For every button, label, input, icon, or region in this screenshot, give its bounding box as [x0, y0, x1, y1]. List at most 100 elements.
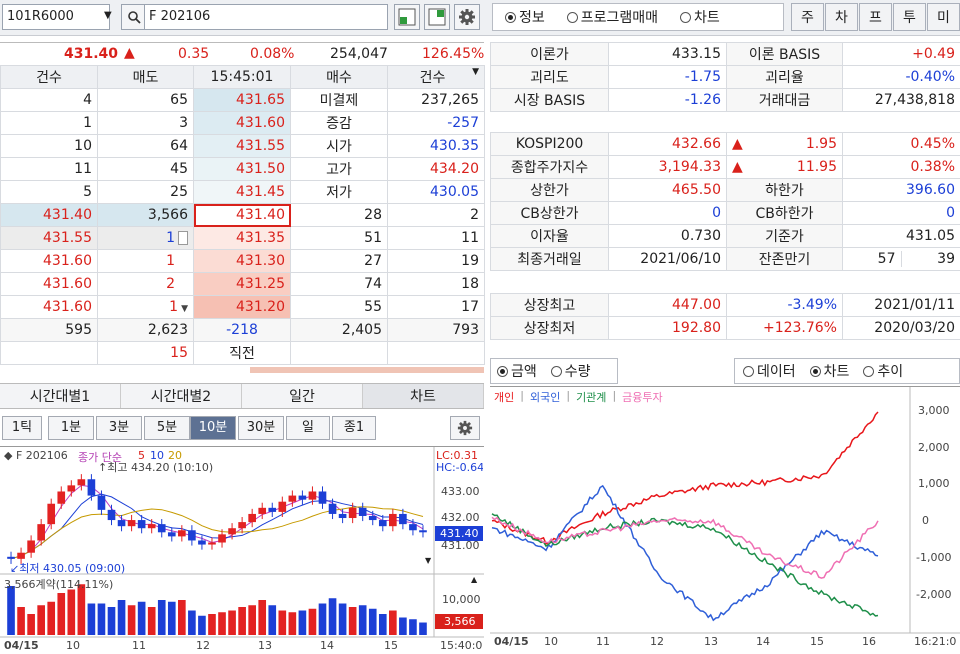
- volume-tick: 10,000: [442, 593, 481, 606]
- interval-10min[interactable]: 10분: [190, 416, 236, 440]
- candle-body: [268, 507, 277, 512]
- candle-body: [167, 532, 176, 537]
- candle-body: [338, 513, 347, 519]
- listing-value: 447.00: [608, 293, 727, 317]
- candle-body: [77, 479, 86, 486]
- interval-5min[interactable]: 5분: [144, 416, 190, 440]
- tab-time1[interactable]: 시간대별1: [0, 384, 121, 408]
- volume-bar: [127, 605, 136, 635]
- bid-price[interactable]: 431.20: [193, 295, 291, 319]
- window-layout-icon[interactable]: [424, 4, 450, 30]
- bid-price[interactable]: 431.35: [193, 226, 291, 250]
- ask-price[interactable]: 431.50: [193, 157, 291, 181]
- interval-1min[interactable]: 1분: [48, 416, 94, 440]
- candle-body: [208, 542, 216, 545]
- candle-body: [7, 556, 15, 559]
- interval-3min[interactable]: 3분: [96, 416, 142, 440]
- index-value: 432.66: [608, 132, 727, 156]
- limit-value: 0.730: [608, 224, 727, 248]
- bid-row: 431.40 3,566 431.40 28 2: [0, 203, 485, 227]
- radio-trend[interactable]: 추이: [863, 361, 903, 381]
- ask-qty: 64: [97, 134, 194, 158]
- limit-label: CB상한가: [490, 201, 609, 225]
- candle-body: [47, 503, 56, 525]
- index-label: 종합주가지수: [490, 155, 609, 179]
- radio-info[interactable]: 정보: [505, 7, 545, 27]
- total-ask-qty: 2,623: [97, 318, 194, 342]
- interval-bar: 1틱 1분 3분 5분 10분 30분 일 종1: [0, 416, 484, 442]
- bid-price[interactable]: 431.30: [193, 249, 291, 273]
- high-note-text: 최고 434.20 (10:10): [107, 461, 214, 474]
- amount-radio-group: 금액 수량: [490, 358, 618, 384]
- radio-dot: [680, 11, 692, 23]
- candle-body: [389, 513, 397, 527]
- info-value: -0.40%: [842, 65, 960, 89]
- radio-program-trading[interactable]: 프로그램매매: [566, 7, 658, 27]
- scroll-up-icon[interactable]: ▲: [471, 575, 477, 584]
- candle-body: [278, 501, 287, 512]
- interval-1tick[interactable]: 1틱: [2, 416, 42, 440]
- total-ask-count: 595: [0, 318, 98, 342]
- chart-settings-gear-icon[interactable]: [450, 416, 480, 440]
- candle-chart[interactable]: [0, 447, 484, 654]
- last-row: 15 직전: [0, 341, 485, 365]
- ask-price[interactable]: 431.55: [193, 134, 291, 158]
- tab-chart[interactable]: 차: [825, 3, 858, 31]
- interval-30min[interactable]: 30분: [238, 416, 284, 440]
- ask-row: 10 64 431.55 시가 430.35: [0, 134, 485, 158]
- radio-quantity[interactable]: 수량: [550, 361, 591, 381]
- radio-label: 정보: [519, 10, 545, 26]
- candle-body: [147, 524, 156, 529]
- y-tick: 3,000: [918, 404, 950, 417]
- ask-price[interactable]: 431.65: [193, 88, 291, 112]
- chart-layout-icon[interactable]: [394, 4, 420, 30]
- radio-amount[interactable]: 금액: [497, 361, 537, 381]
- radio-label: 데이터: [757, 364, 796, 380]
- investor-flow-chart[interactable]: [490, 387, 960, 654]
- code-input[interactable]: 101R6000: [2, 4, 110, 30]
- tab-time2[interactable]: 시간대별2: [121, 384, 242, 408]
- radio-data[interactable]: 데이터: [743, 361, 796, 381]
- volume-bar: [188, 610, 196, 635]
- tab-chart[interactable]: 차트: [363, 384, 484, 408]
- header-bid: 매수: [290, 65, 388, 89]
- ask-price[interactable]: 431.45: [193, 180, 291, 204]
- volume-bar: [47, 601, 56, 635]
- bid-count: 11: [387, 226, 485, 250]
- chart-title-text: F 202106: [15, 449, 68, 462]
- tab-unsettled[interactable]: 미: [927, 3, 960, 31]
- radio-chart-view[interactable]: 차트: [809, 361, 849, 381]
- tab-investor[interactable]: 투: [893, 3, 926, 31]
- info-row: 괴리도 -1.75 괴리율 -0.40%: [490, 65, 960, 89]
- scroll-down-icon[interactable]: ▼: [425, 556, 431, 565]
- radio-label: 차트: [694, 10, 720, 26]
- tab-program[interactable]: 프: [859, 3, 892, 31]
- scrollbar-thumb[interactable]: [178, 231, 188, 245]
- candle-body: [378, 520, 387, 527]
- radio-chart[interactable]: 차트: [680, 7, 720, 27]
- investor-line-1: [491, 484, 879, 622]
- volume-bar: [57, 593, 66, 635]
- chevron-down-icon[interactable]: ▼: [181, 304, 188, 314]
- candle-body: [348, 507, 357, 519]
- interval-day[interactable]: 일: [286, 416, 330, 440]
- interval-close1[interactable]: 종1: [332, 416, 376, 440]
- settings-gear-icon[interactable]: [454, 4, 480, 30]
- last-value: 15: [97, 341, 194, 365]
- volume-bar: [268, 605, 277, 635]
- bid-price[interactable]: 431.25: [193, 272, 291, 296]
- bid-price[interactable]: 431.40: [193, 203, 291, 227]
- volume-bar: [87, 603, 96, 635]
- ask-row: 5 25 431.45 저가 430.05: [0, 180, 485, 204]
- chevron-down-icon[interactable]: ▼: [104, 10, 112, 21]
- tick-price: 431.40: [0, 203, 98, 227]
- header-bid-count[interactable]: 건수 ▼: [387, 65, 485, 89]
- stat-label: 증감: [290, 111, 388, 135]
- info-label: 시장 BASIS: [490, 88, 609, 112]
- info-row: 시장 BASIS -1.26 거래대금 27,438,818: [490, 88, 960, 112]
- candle-body: [107, 509, 116, 521]
- investor-legend: 개인 | 외국인 | 기관계 | 금융투자: [494, 389, 663, 405]
- tab-daily[interactable]: 일간: [242, 384, 363, 408]
- tab-stock[interactable]: 주: [791, 3, 824, 31]
- ask-price[interactable]: 431.60: [193, 111, 291, 135]
